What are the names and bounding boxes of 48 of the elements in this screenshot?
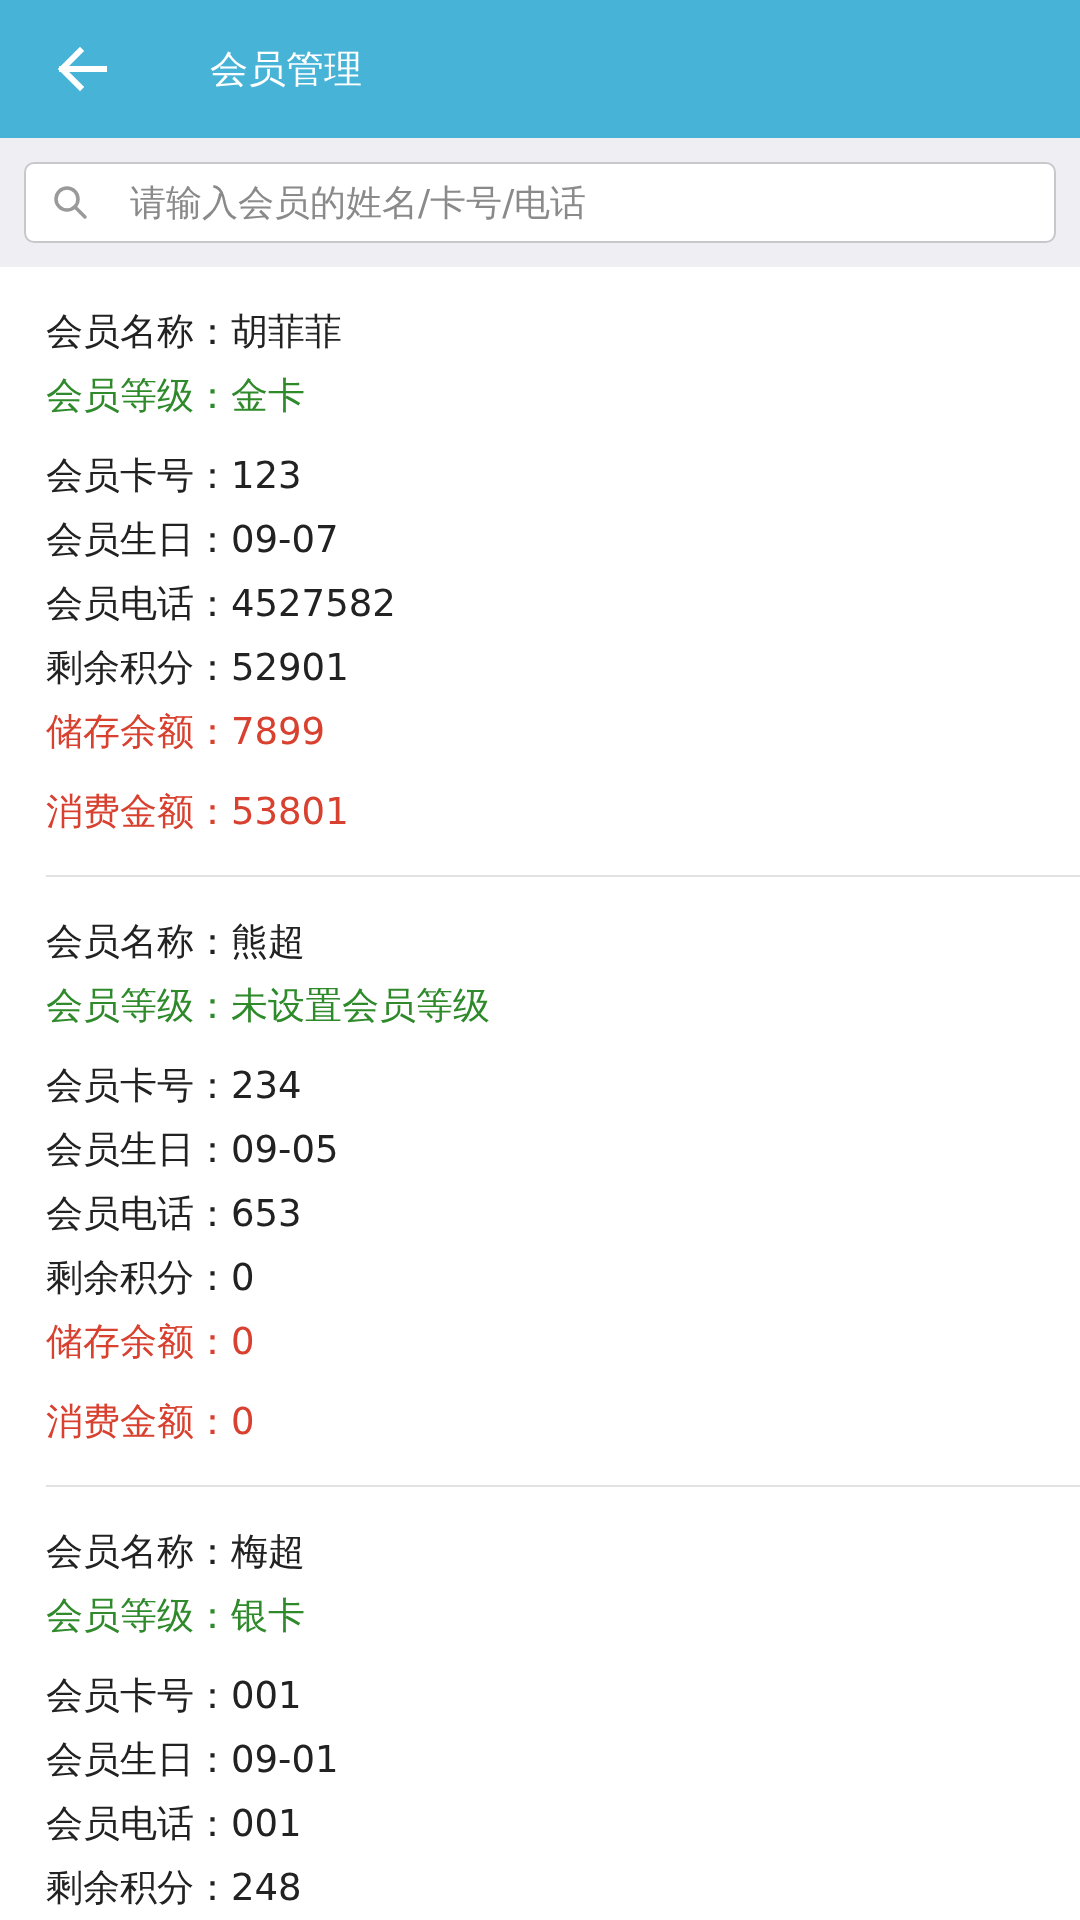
field-value: 234 <box>231 1063 302 1110</box>
field-value: 0 <box>231 1319 255 1366</box>
field-value: 0 <box>231 1255 255 1302</box>
field-value: 熊超 <box>231 919 305 966</box>
field-label: 会员电话： <box>46 1801 231 1848</box>
field-label: 会员名称： <box>46 919 231 966</box>
search-icon <box>52 184 88 220</box>
field-label: 剩余积分： <box>46 1865 231 1912</box>
field-value: 53801 <box>231 789 349 836</box>
field-value: 4527582 <box>231 581 396 628</box>
field-label: 会员生日： <box>46 1737 231 1784</box>
field-value: 001 <box>231 1673 302 1720</box>
field-value: 248 <box>231 1865 302 1912</box>
field-label: 消费金额： <box>46 789 231 836</box>
field-value: 09-05 <box>231 1127 339 1174</box>
field-label: 消费金额： <box>46 1399 231 1446</box>
field-label: 会员卡号： <box>46 453 231 500</box>
field-label: 会员生日： <box>46 1127 231 1174</box>
field-label: 会员卡号： <box>46 1063 231 1110</box>
back-arrow-icon <box>56 47 108 91</box>
field-label: 会员等级： <box>46 1593 231 1640</box>
field-value: 未设置会员等级 <box>231 983 490 1030</box>
field-value: 梅超 <box>231 1529 305 1576</box>
field-value: 0 <box>231 1399 255 1446</box>
field-label: 会员等级： <box>46 983 231 1030</box>
field-label: 会员名称： <box>46 1529 231 1576</box>
search-field[interactable]: 请输入会员的姓名/卡号/电话 <box>24 162 1056 243</box>
field-label: 会员名称： <box>46 309 231 356</box>
field-label: 剩余积分： <box>46 645 231 692</box>
field-label: 会员电话： <box>46 1191 231 1238</box>
field-label: 会员生日： <box>46 517 231 564</box>
field-value: 银卡 <box>231 1593 305 1640</box>
field-label: 会员等级： <box>46 373 231 420</box>
field-value: 09-01 <box>231 1737 339 1784</box>
field-label: 会员电话： <box>46 581 231 628</box>
field-label: 储存余额： <box>46 1319 231 1366</box>
field-label: 会员卡号： <box>46 1673 231 1720</box>
field-value: 001 <box>231 1801 302 1848</box>
field-value: 金卡 <box>231 373 305 420</box>
field-value: 7899 <box>231 709 326 756</box>
field-value: 653 <box>231 1191 302 1238</box>
field-value: 09-07 <box>231 517 339 564</box>
field-value: 123 <box>231 453 302 500</box>
field-label: 储存余额： <box>46 709 231 756</box>
page-title: 会员管理 <box>210 45 362 93</box>
field-value: 胡菲菲 <box>231 309 342 356</box>
field-value: 52901 <box>231 645 349 692</box>
field-label: 剩余积分： <box>46 1255 231 1302</box>
